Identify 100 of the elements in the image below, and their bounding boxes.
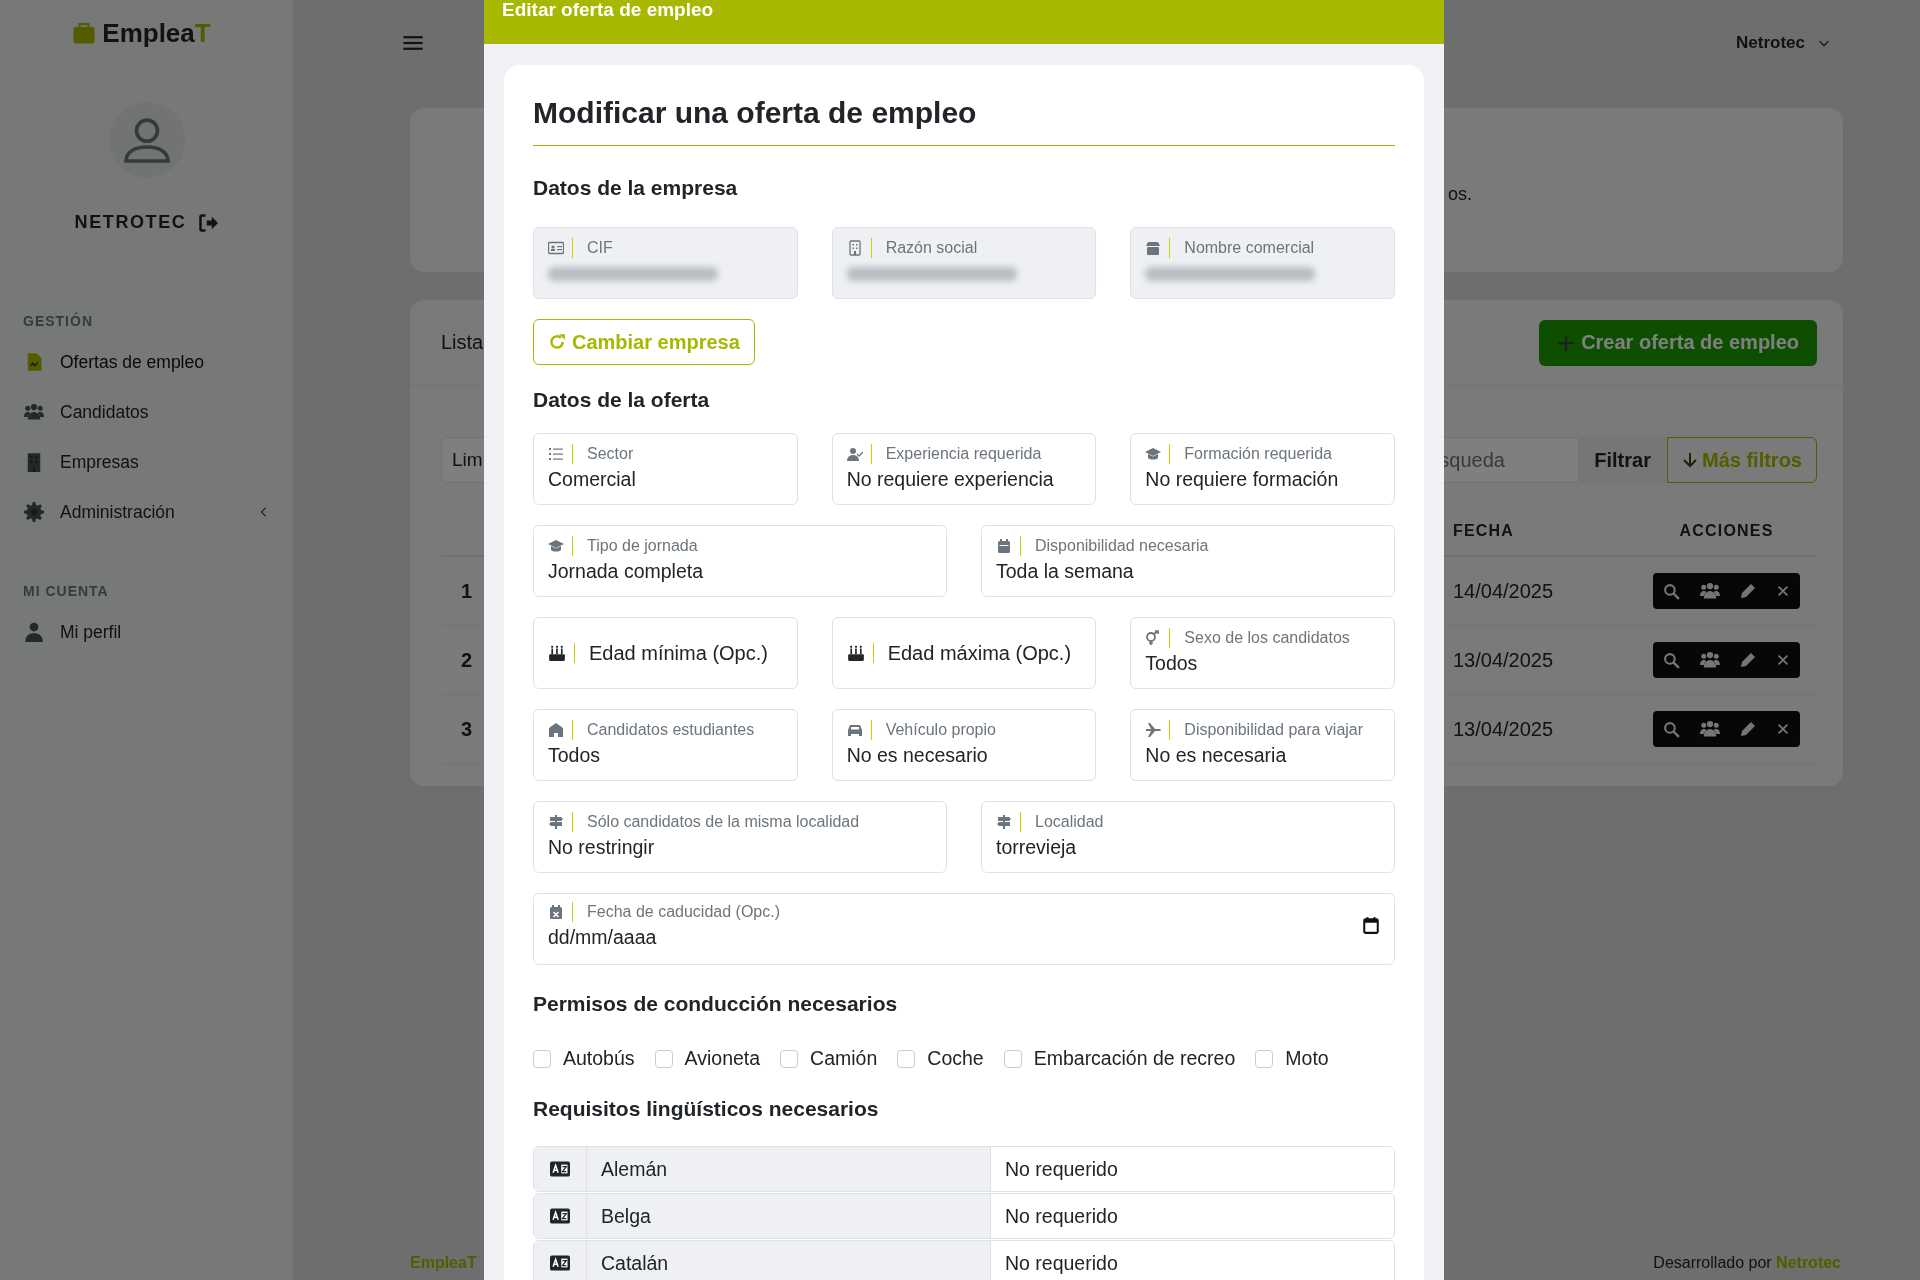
select-field[interactable]: Sólo candidatos de la misma localidad No restringir xyxy=(533,801,947,873)
calendar-x-icon xyxy=(548,903,564,920)
pencil-icon xyxy=(1740,721,1756,737)
filter-button[interactable]: Filtrar xyxy=(1578,437,1667,483)
footer-credit: Desarrollado por Netrotec xyxy=(1653,1254,1841,1273)
refresh-icon xyxy=(548,333,566,351)
license-checkbox[interactable]: Camión xyxy=(780,1047,878,1070)
people-icon xyxy=(1700,650,1720,670)
list-icon xyxy=(548,446,564,462)
select-field[interactable]: Disponibilidad para viajar No es necesaria xyxy=(1130,709,1395,781)
row-number: 3 xyxy=(460,717,474,741)
person-icon xyxy=(24,622,44,642)
sidebar-item[interactable]: Mi perfil xyxy=(0,607,293,657)
pencil-icon xyxy=(1740,652,1756,668)
candidates-button[interactable] xyxy=(1700,650,1720,670)
briefcase-icon xyxy=(72,21,97,45)
delete-button[interactable] xyxy=(1776,584,1790,598)
license-checkbox[interactable]: Embarcación de recreo xyxy=(1003,1047,1236,1070)
logout-button[interactable] xyxy=(198,212,219,233)
info-text: os. xyxy=(1448,183,1472,205)
edit-button[interactable] xyxy=(1740,583,1756,599)
readonly-field: Razón social xyxy=(831,227,1097,299)
select-field[interactable]: Candidatos estudiantes Todos xyxy=(533,709,798,781)
store-icon xyxy=(1145,240,1162,256)
modal-title: Editar oferta de empleo xyxy=(502,0,714,20)
select-field[interactable]: Tipo de jornada Jornada completa xyxy=(533,525,947,597)
edit-button[interactable] xyxy=(1740,721,1756,737)
edit-button[interactable] xyxy=(1740,652,1756,668)
calendar-icon xyxy=(1362,915,1380,934)
date-cell-text: 13/04/2025 xyxy=(1453,648,1555,672)
delete-button[interactable] xyxy=(1776,653,1790,667)
view-button[interactable] xyxy=(1663,720,1680,738)
section-title: Requisitos lingüísticos necesarios xyxy=(533,1096,880,1122)
select-field[interactable]: Formación requerida No requiere formación xyxy=(1130,433,1395,505)
signpost-icon xyxy=(996,814,1012,830)
readonly-field: CIF xyxy=(533,227,798,299)
sidebar-item[interactable]: Candidatos xyxy=(0,387,293,437)
graduation-cap-icon xyxy=(548,538,564,554)
section-title: GESTIÓN xyxy=(22,313,94,329)
person-check-icon xyxy=(846,446,863,462)
gear-icon xyxy=(24,502,44,522)
input-field[interactable]: Edad mínima (Opc.) xyxy=(533,617,798,689)
sidebar-item[interactable]: Ofertas de empleo xyxy=(0,337,293,387)
candidates-button[interactable] xyxy=(1700,581,1720,601)
license-checkbox[interactable]: Moto xyxy=(1255,1047,1329,1070)
close-icon xyxy=(1776,653,1790,667)
school-icon xyxy=(548,722,564,738)
date-cell-text: 13/04/2025 xyxy=(1453,717,1555,741)
section-title: Permisos de conducción necesarios xyxy=(533,991,899,1017)
section-title: Datos de la oferta xyxy=(533,387,711,413)
sidebar-item[interactable]: Administración xyxy=(0,487,293,537)
logout-icon xyxy=(198,212,219,233)
search-icon xyxy=(1663,582,1680,600)
user-menu[interactable]: Netrotec xyxy=(1736,33,1831,53)
license-checkbox[interactable]: Coche xyxy=(897,1047,984,1070)
date-field[interactable]: Fecha de caducidad (Opc.) dd/mm/aaaa xyxy=(533,893,1395,965)
plus-icon xyxy=(1557,333,1576,352)
section-title: Datos de la empresa xyxy=(533,175,739,201)
select-field[interactable]: Vehículo propio No es necesario xyxy=(831,709,1097,781)
input-field[interactable]: Edad máxima (Opc.) xyxy=(831,617,1097,689)
view-button[interactable] xyxy=(1663,651,1680,669)
view-button[interactable] xyxy=(1663,582,1680,600)
column-header: ACCIONES xyxy=(1678,522,1775,540)
close-icon xyxy=(1776,722,1790,736)
calendar-icon xyxy=(996,538,1012,554)
select-field[interactable]: Sector Comercial xyxy=(533,433,798,505)
footer-brand: EmpleaT xyxy=(410,1254,477,1273)
car-icon xyxy=(846,722,863,738)
airplane-icon xyxy=(1145,722,1162,738)
building-icon xyxy=(846,240,863,256)
people-icon xyxy=(24,402,44,422)
license-checkbox[interactable]: Autobús xyxy=(533,1047,635,1070)
card-title: Lista xyxy=(441,331,484,354)
section-title: MI CUENTA xyxy=(22,583,110,599)
select-field[interactable]: Sexo de los candidatos Todos xyxy=(1130,617,1395,689)
select-field[interactable]: Experiencia requerida No requiere experiencia xyxy=(831,433,1097,505)
sidebar-item[interactable]: Empresas xyxy=(0,437,293,487)
cake-icon xyxy=(548,644,566,662)
delete-button[interactable] xyxy=(1776,722,1790,736)
readonly-field: Nombre comercial xyxy=(1130,227,1395,299)
close-icon xyxy=(1776,584,1790,598)
pencil-icon xyxy=(1740,583,1756,599)
row-number: 1 xyxy=(460,579,474,603)
signpost-icon xyxy=(548,814,564,830)
form-heading: Modificar una oferta de empleo xyxy=(533,95,1395,146)
cake-icon xyxy=(846,644,865,662)
logo-text: EmpleaT xyxy=(102,17,211,49)
search-icon xyxy=(1663,720,1680,738)
user-name: NETROTEC xyxy=(74,212,187,233)
gender-icon xyxy=(1145,630,1162,646)
license-checkbox[interactable]: Avioneta xyxy=(654,1047,761,1070)
select-field[interactable]: Disponibilidad necesaria Toda la semana xyxy=(981,525,1395,597)
id-card-icon xyxy=(548,240,564,256)
column-header: FECHA xyxy=(1453,522,1516,540)
candidates-button[interactable] xyxy=(1700,719,1720,739)
graduation-cap-icon xyxy=(1145,446,1162,462)
input-field[interactable]: Localidad torrevieja xyxy=(981,801,1395,873)
search-icon xyxy=(1663,651,1680,669)
arrow-down-icon xyxy=(1681,452,1698,468)
date-cell-text: 14/04/2025 xyxy=(1453,579,1555,603)
